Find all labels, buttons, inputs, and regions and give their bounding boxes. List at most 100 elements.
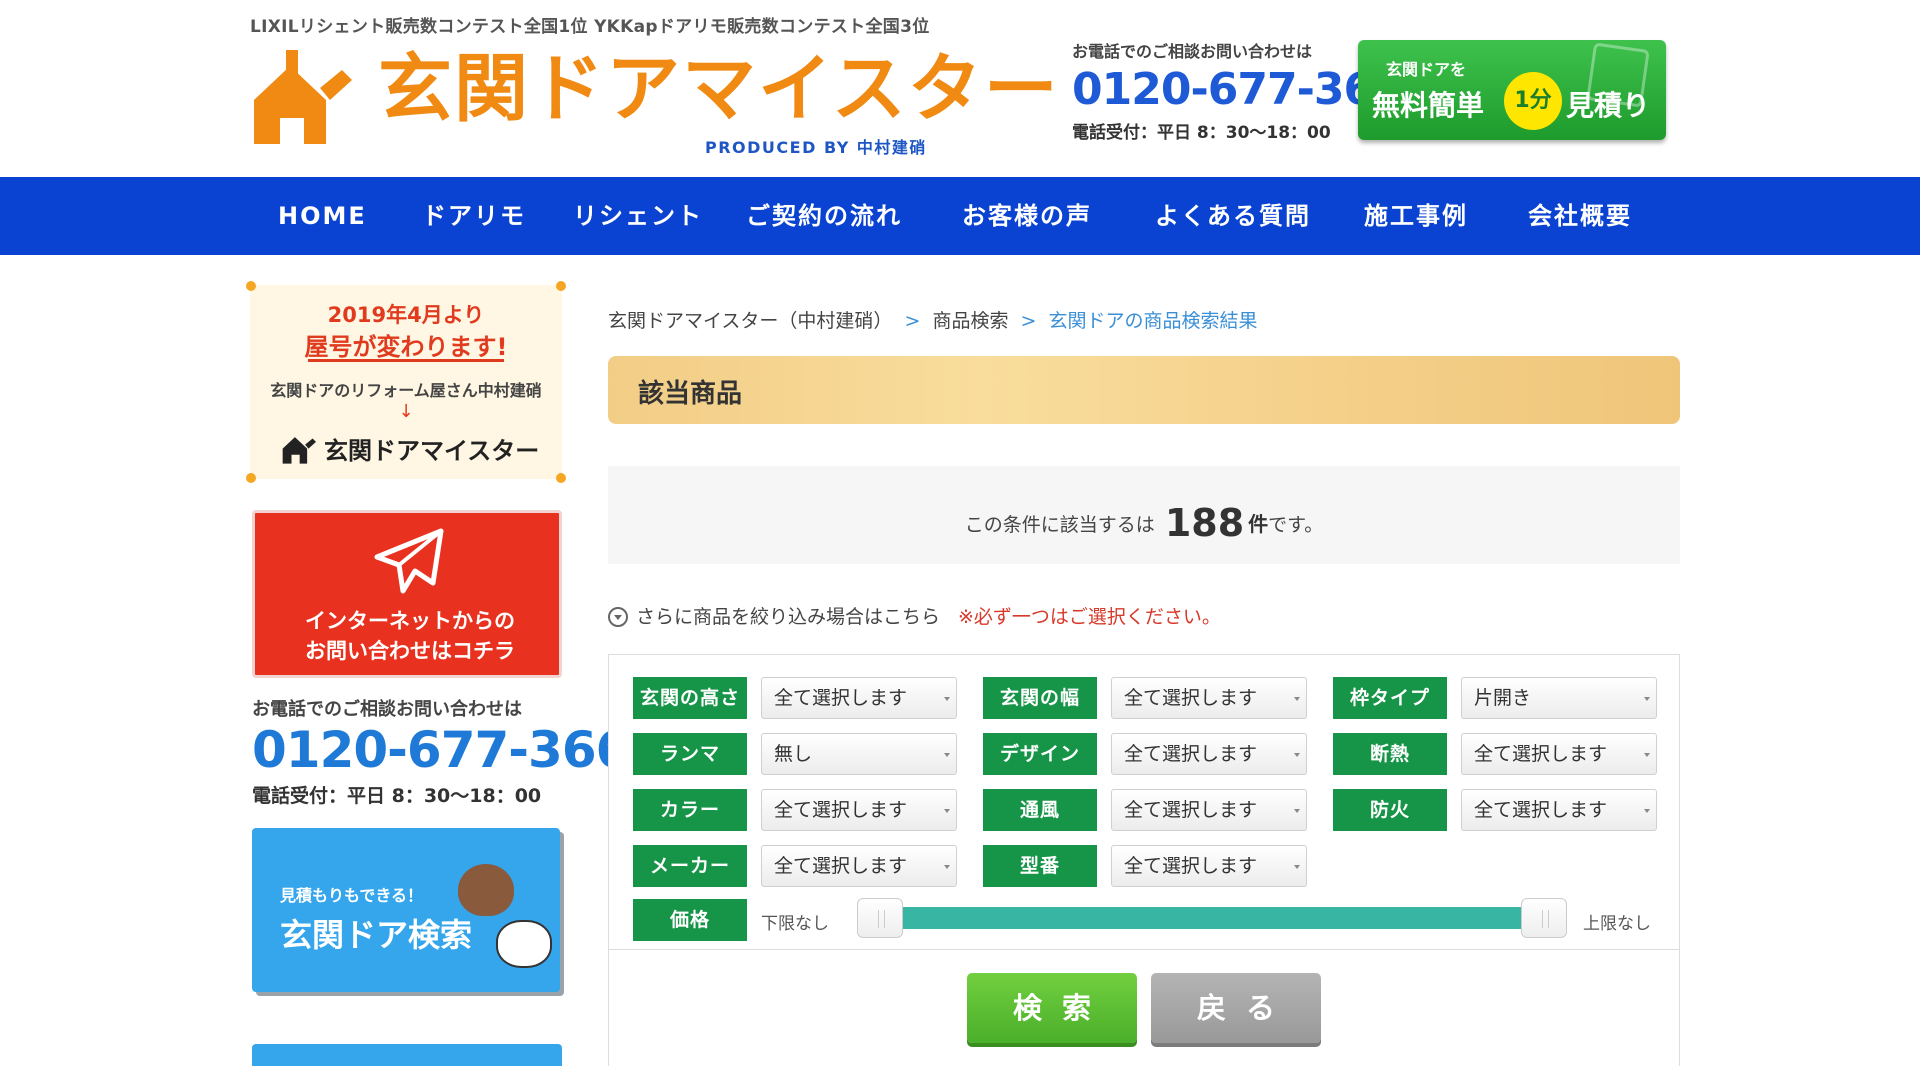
price-range-slider[interactable] [857,898,1567,938]
filter-label-width: 玄関の幅 [983,677,1097,719]
nav-item-recent[interactable]: リシェント [573,177,703,255]
result-prefix: この条件に該当するは [964,514,1155,536]
nav-item-company[interactable]: 会社概要 [1528,177,1632,255]
caret-down-icon [944,865,950,869]
filter-label-price: 価格 [633,899,747,941]
filter-select-transom[interactable]: 無し [761,733,957,775]
filter-value: 全て選択します [774,855,908,877]
sidebar-next-banner[interactable] [252,1044,562,1066]
refine-label: さらに商品を絞り込み場合はこちら [636,606,941,628]
breadcrumb-home[interactable]: 玄関ドアマイスター（中村建硝） [608,310,892,332]
filter-select-color[interactable]: 全て選択します [761,789,957,831]
caret-down-icon [1644,809,1650,813]
filter-divider [609,949,1679,950]
filter-select-width[interactable]: 全て選択します [1111,677,1307,719]
filter-value: 全て選択します [1124,799,1258,821]
filter-label-fireproof: 防火 [1333,789,1447,831]
free-estimate-button[interactable]: 玄関ドアを 無料簡単 1分 見積り [1358,40,1666,140]
filter-select-frame-type[interactable]: 片開き [1461,677,1657,719]
filter-select-insulation[interactable]: 全て選択します [1461,733,1657,775]
refine-toggle[interactable]: さらに商品を絞り込み場合はこちら ※必ず一つはご選択ください。 [608,602,1221,629]
price-max-handle[interactable] [1521,898,1567,938]
filter-label-color: カラー [633,789,747,831]
result-count-text: この条件に該当するは 188 件です。 [608,496,1680,545]
header-tagline: LIXILリシェント販売数コンテスト全国1位 YKKapドアリモ販売数コンテスト… [250,17,930,37]
caret-down-icon [944,753,950,757]
filter-value: 無し [774,743,813,765]
sidebar-phone: お電話でのご相談お問い合わせは 0120-677-366 電話受付：平日 8：3… [252,695,630,808]
logo-subtitle: PRODUCED BY 中村建硝 [705,138,927,157]
caret-down-icon [1644,753,1650,757]
house-logo-icon [254,50,352,144]
logo-text: 玄関ドアマイスター [378,46,1060,132]
nav-item-doorimo[interactable]: ドアリモ [422,177,526,255]
estimate-big-text-2: 見積り [1566,89,1651,122]
filter-label-model-number: 型番 [983,845,1097,887]
caret-down-icon [944,697,950,701]
search-banner-title: 玄関ドア検索 [280,916,473,954]
filter-select-model-number[interactable]: 全て選択します [1111,845,1307,887]
site-logo[interactable]: 玄関ドアマイスター PRODUCED BY 中村建硝 [250,44,1058,157]
price-min-handle[interactable] [857,898,903,938]
breadcrumb-current: 玄関ドアの商品検索結果 [1048,310,1258,332]
filter-select-height[interactable]: 全て選択します [761,677,957,719]
filter-value: 全て選択します [1474,743,1608,765]
nav-item-faq[interactable]: よくある質問 [1155,177,1311,255]
search-banner-small: 見積もりもできる！ [280,886,424,905]
name-change-notice[interactable]: 2019年4月より 屋号が変わります! 玄関ドアのリフォーム屋さん中村建硝 ↓ … [246,281,566,483]
down-arrow-icon: ↓ [398,401,414,422]
nav-item-home[interactable]: HOME [278,177,367,255]
filter-select-design[interactable]: 全て選択します [1111,733,1307,775]
internet-inquiry-button[interactable]: インターネットからの お問い合わせはコチラ [252,510,562,678]
corner-dot [556,473,566,483]
nav-item-contract-flow[interactable]: ご契約の流れ [746,177,902,255]
filter-label-frame-type: 枠タイプ [1333,677,1447,719]
dog-icon [458,864,514,916]
door-search-banner[interactable]: 見積もりもできる！ 玄関ドア検索 [252,828,560,992]
filter-value: 全て選択します [1124,687,1258,709]
nav-item-customer-voice[interactable]: お客様の声 [962,177,1092,255]
corner-dot [556,281,566,291]
notice-underline [308,359,504,362]
result-count-box: この条件に該当するは 188 件です。 [608,466,1680,564]
filter-label-height: 玄関の高さ [633,677,747,719]
sidebar-phone-hours: 電話受付：平日 8：30〜18：00 [252,785,542,807]
required-note: ※必ず一つはご選択ください。 [958,606,1221,628]
filter-select-fireproof[interactable]: 全て選択します [1461,789,1657,831]
section-heading-bar: 該当商品 [608,356,1680,424]
inquiry-line-2: お問い合わせはコチラ [305,639,515,663]
nav-item-case-studies[interactable]: 施工事例 [1364,177,1468,255]
back-button[interactable]: 戻る [1151,973,1321,1043]
header-phone-number[interactable]: 0120-677-366 [1072,68,1404,112]
result-unit: 件 [1248,512,1269,536]
corner-dot [246,473,256,483]
sidebar-phone-number[interactable]: 0120-677-366 [252,725,630,775]
caret-down-icon [1644,697,1650,701]
caret-down-icon [1294,809,1300,813]
result-count: 188 [1164,501,1245,545]
corner-dot [246,281,256,291]
filter-label-transom: ランマ [633,733,747,775]
filter-select-ventilation[interactable]: 全て選択します [1111,789,1307,831]
price-max-label: 上限なし [1583,914,1651,934]
notice-date: 2019年4月より [327,303,485,327]
breadcrumb-separator: > [1020,310,1037,332]
notice-old-name: 玄関ドアのリフォーム屋さん中村建硝 [270,381,542,400]
search-button[interactable]: 検索 [967,973,1137,1043]
breadcrumb: 玄関ドアマイスター（中村建硝） > 商品検索 > 玄関ドアの商品検索結果 [608,306,1258,333]
caret-down-icon [1294,753,1300,757]
filter-value: 全て選択します [774,799,908,821]
notice-headline: 屋号が変わります! [304,333,508,361]
chevron-down-circle-icon [608,607,628,627]
filter-select-maker[interactable]: 全て選択します [761,845,957,887]
filter-label-ventilation: 通風 [983,789,1097,831]
filter-value: 全て選択します [1124,855,1258,877]
estimate-big-text: 無料簡単 [1372,89,1485,122]
breadcrumb-product-search[interactable]: 商品検索 [932,310,1008,332]
filter-label-design: デザイン [983,733,1097,775]
filter-value: 全て選択します [1474,799,1608,821]
caret-down-icon [1294,697,1300,701]
price-range-fill [880,907,1544,929]
header-phone-label: お電話でのご相談お問い合わせは [1072,42,1313,61]
estimate-minutes-badge: 1分 [1504,72,1562,130]
